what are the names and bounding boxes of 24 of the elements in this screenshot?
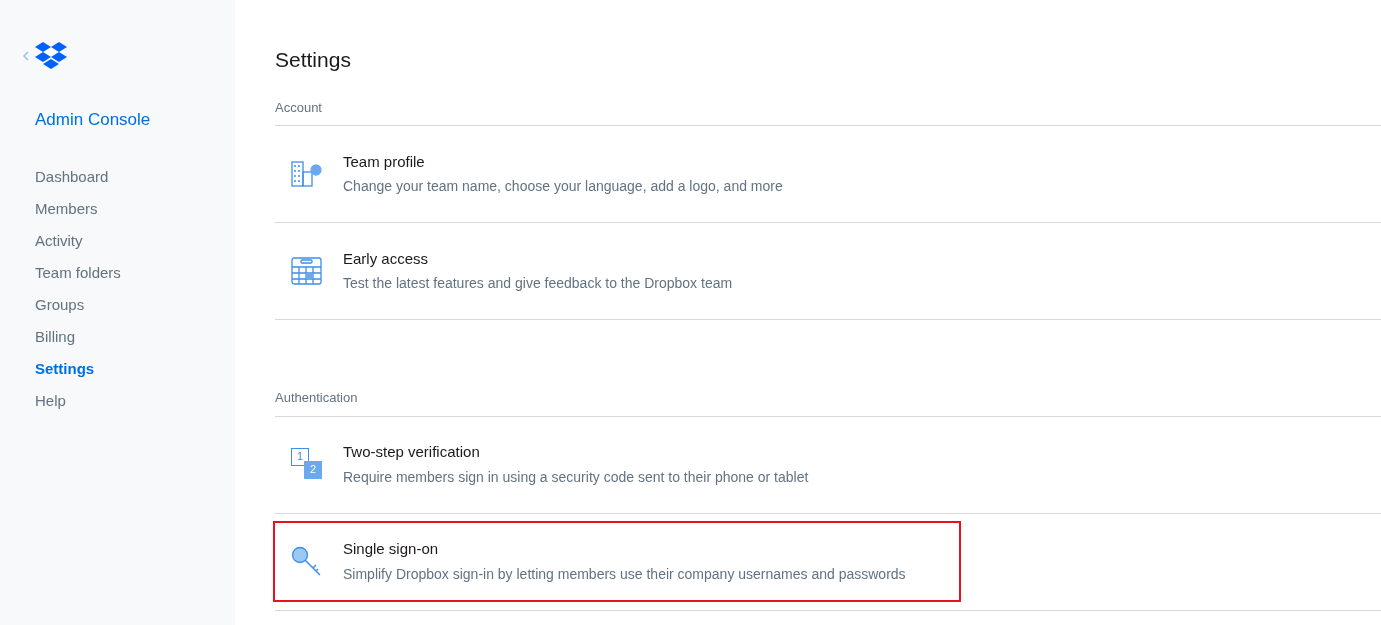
setting-link[interactable]: Two-step verification [343,441,809,464]
logo-icon[interactable] [34,42,68,70]
setting-link[interactable]: Team profile [343,150,783,174]
setting-description: Test the latest features and give feedback to the Dropbox team [343,274,733,294]
setting-description: Simplify Dropbox sign-in by letting members use their company usernames and passwords [343,564,906,584]
nav-link[interactable]: Billing [35,326,235,347]
console-title: Admin Console [35,109,152,131]
nav-link[interactable]: Members [35,198,235,219]
section-heading: Account [275,97,1381,126]
setting-link[interactable]: Single sign-on [343,538,906,561]
nav-link[interactable]: Activity [35,230,235,251]
key-icon [291,545,323,578]
nav-link[interactable]: Groups [35,294,235,315]
setting-link[interactable]: Early access [343,247,733,271]
nav-link[interactable]: Settings [35,358,235,379]
building-gear-icon [291,160,325,188]
nav-link[interactable]: Team folders [35,262,235,283]
calendar-icon [291,256,323,286]
section-heading: Authentication [275,388,1381,417]
nav-link[interactable]: Dashboard [35,166,235,187]
setting-description: Require members sign in using a security code sent to their phone or tablet [343,467,809,487]
setting-description: Change your team name, choose your language, add a logo, and more [343,177,783,197]
nav-link[interactable]: Help [35,390,235,411]
page-title: Settings [275,47,352,73]
